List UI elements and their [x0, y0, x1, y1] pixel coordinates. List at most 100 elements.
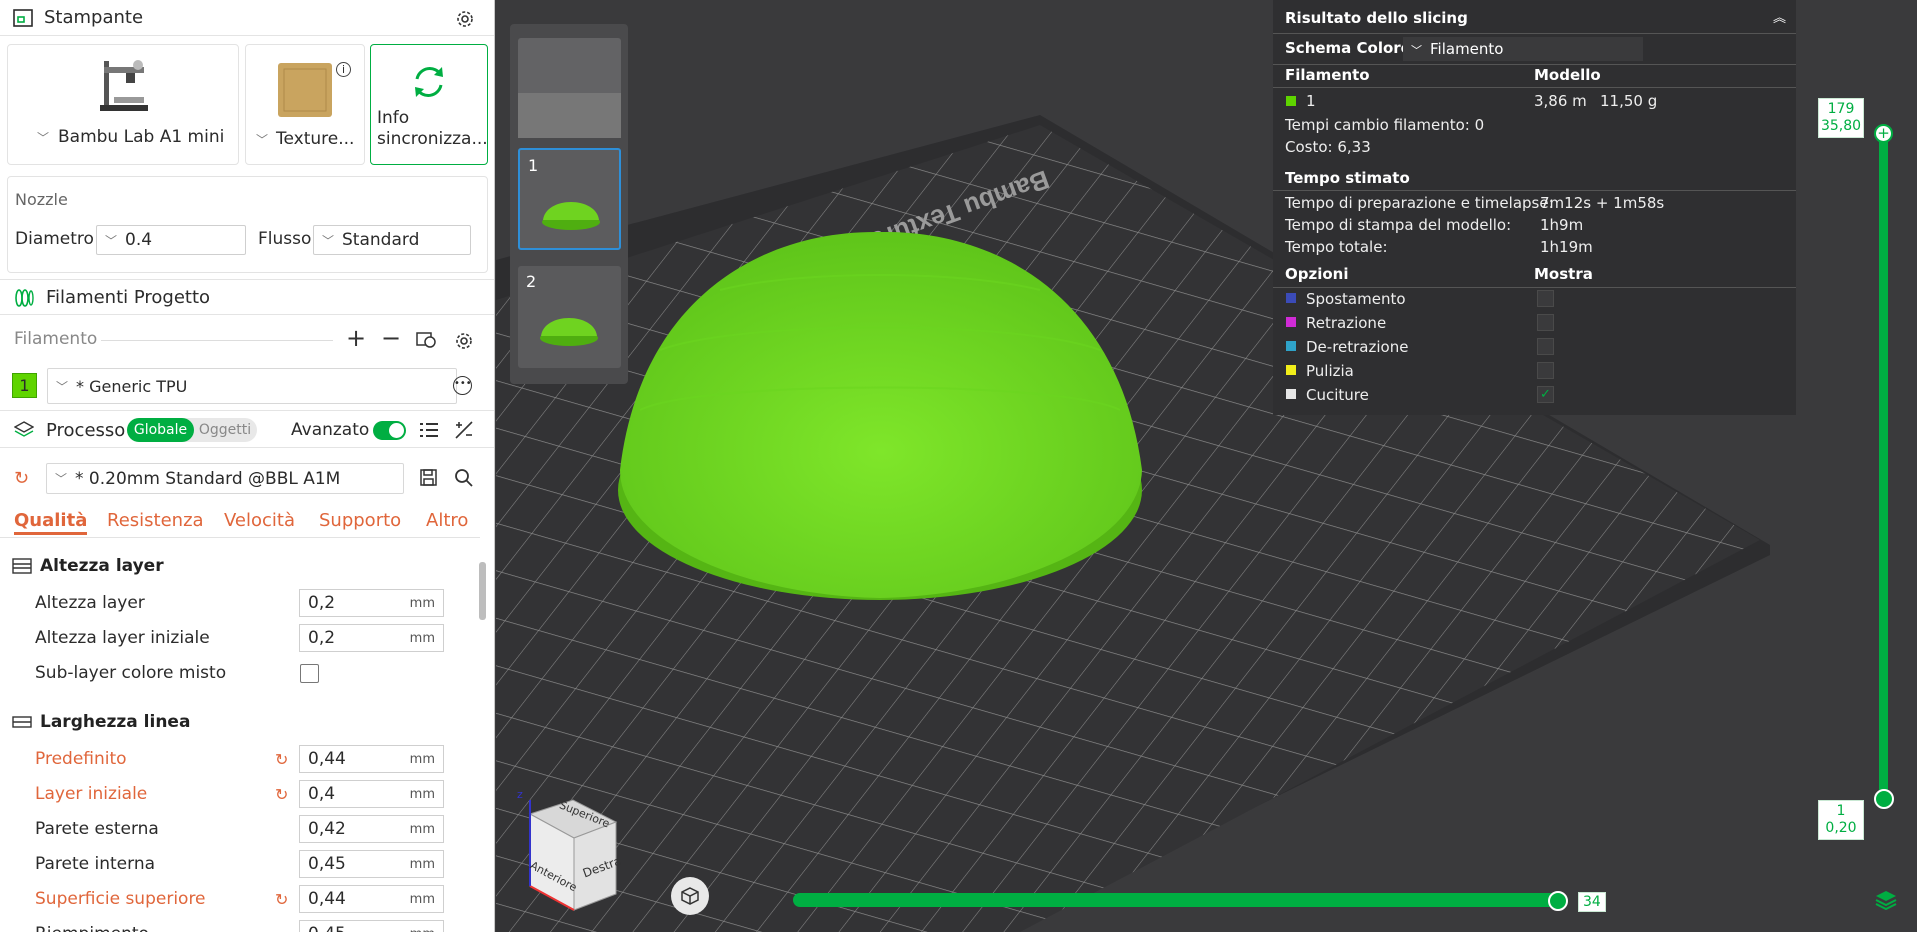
tab-strength[interactable]: Resistenza	[107, 510, 204, 531]
initial-layer-height-input[interactable]: 0,2 mm	[299, 624, 444, 652]
layers-icon	[14, 421, 34, 439]
filament-color-swatch[interactable]: 1	[12, 373, 37, 398]
compare-icon[interactable]	[455, 421, 473, 439]
deretraction-checkbox[interactable]	[1537, 338, 1554, 355]
retraction-color-swatch	[1286, 317, 1296, 327]
printer-icon	[13, 9, 33, 27]
initial-layer-line-width-input[interactable]: 0,4 mm	[299, 780, 444, 808]
info-icon[interactable]: i	[336, 62, 351, 77]
advanced-switch[interactable]	[373, 421, 406, 440]
reset-icon[interactable]: ↻	[275, 750, 288, 769]
setting-row: Altezza layer iniziale 0,2 mm	[35, 624, 445, 654]
wipe-color-swatch	[1286, 365, 1296, 375]
tab-speed[interactable]: Velocità	[224, 510, 295, 531]
plate-thumbnail-preview[interactable]	[518, 38, 621, 138]
camera-view-icon[interactable]	[671, 877, 709, 915]
option-row: Retrazione	[1273, 314, 1796, 338]
setting-row: Parete esterna 0,42 mm	[35, 815, 445, 845]
travel-checkbox[interactable]	[1537, 290, 1554, 307]
setting-label: Altezza layer	[35, 593, 145, 613]
chevron-down-icon: ﹀	[56, 379, 69, 394]
tab-quality[interactable]: Qualità	[14, 510, 88, 535]
chevron-down-icon: ﹀	[1411, 44, 1422, 57]
plate-thumbnail-1[interactable]: 1	[518, 148, 621, 250]
group-line-width-header: Larghezza linea	[12, 712, 190, 732]
nozzle-diameter-value: 0.4	[125, 230, 153, 250]
nozzle-flow-select[interactable]: ﹀ Standard	[313, 225, 471, 255]
tab-support[interactable]: Supporto	[319, 510, 401, 531]
color-scheme-select[interactable]: ﹀ Filamento	[1403, 37, 1643, 61]
global-objects-toggle[interactable]: Globale Oggetti	[127, 418, 257, 442]
filament-name: * Generic TPU	[76, 376, 188, 396]
horizontal-move-slider[interactable]	[793, 893, 1563, 907]
top-slider-thumb[interactable]: +	[1874, 124, 1893, 143]
filament-spool-icon	[14, 289, 34, 307]
top-surface-line-width-input[interactable]: 0,44 mm	[299, 885, 444, 913]
tab-other[interactable]: Altro	[426, 510, 468, 531]
sidebar-scrollbar[interactable]	[479, 562, 486, 620]
settings-gear-icon[interactable]	[455, 9, 475, 29]
flow-label: Flusso	[258, 229, 312, 249]
diameter-label: Diametro	[15, 229, 94, 249]
add-filament-icon[interactable]: +	[346, 324, 366, 352]
process-tabs: Qualità Resistenza Velocità Supporto Alt…	[0, 504, 480, 538]
sync-info-button[interactable]: Info sincronizza...	[370, 44, 488, 165]
filament-settings-gear-icon[interactable]	[454, 331, 474, 351]
total-time-value: 1h19m	[1540, 238, 1593, 256]
retraction-checkbox[interactable]	[1537, 314, 1554, 331]
travel-color-swatch	[1286, 293, 1296, 303]
nozzle-diameter-select[interactable]: ﹀ 0.4	[96, 225, 246, 255]
chevron-down-icon: ﹀	[55, 472, 68, 486]
filament-select[interactable]: ﹀ * Generic TPU	[47, 368, 457, 404]
option-row: Cuciture ✓	[1273, 386, 1796, 410]
setting-row: Altezza layer 0,2 mm	[35, 589, 445, 619]
seams-checkbox-checked[interactable]: ✓	[1537, 386, 1554, 403]
bottom-slider-thumb[interactable]	[1874, 789, 1894, 809]
remove-filament-icon[interactable]: −	[381, 324, 401, 352]
horizontal-slider-thumb[interactable]	[1548, 891, 1568, 911]
printer-select-card[interactable]: ﹀ Bambu Lab A1 mini	[7, 44, 239, 165]
outer-wall-line-width-input[interactable]: 0,42 mm	[299, 815, 444, 843]
group-layer-height-header: Altezza layer	[12, 556, 164, 576]
collapse-panel-icon[interactable]: ︽	[1773, 7, 1786, 26]
filament-row: 1 ﹀ * Generic TPU •••	[12, 368, 492, 404]
wipe-checkbox[interactable]	[1537, 362, 1554, 379]
nozzle-card: Nozzle Diametro ﹀ 0.4 Flusso ﹀ Standard	[7, 176, 488, 273]
vertical-layer-slider[interactable]	[1879, 130, 1888, 803]
default-line-width-input[interactable]: 0,44 mm	[299, 745, 444, 773]
mixed-color-sublayer-checkbox[interactable]	[300, 664, 319, 683]
total-time-label: Tempo totale:	[1285, 238, 1388, 256]
infill-line-width-input[interactable]: 0,45 mm	[299, 920, 444, 932]
top-layer-number: 179	[1827, 101, 1855, 117]
group-line-width-title: Larghezza linea	[40, 712, 191, 732]
reset-icon[interactable]: ↻	[275, 890, 288, 909]
toggle-global[interactable]: Globale	[127, 418, 194, 442]
inner-wall-line-width-input[interactable]: 0,45 mm	[299, 850, 444, 878]
chevron-down-icon: ﹀	[37, 131, 50, 145]
layers-toggle-icon[interactable]	[1875, 890, 1897, 910]
option-row: Spostamento	[1273, 290, 1796, 314]
filament-more-icon[interactable]: •••	[453, 376, 472, 395]
plate-thumbnail-2[interactable]: 2	[518, 266, 621, 368]
process-preset-select[interactable]: ﹀ * 0.20mm Standard @BBL A1M	[46, 463, 404, 494]
search-icon[interactable]	[454, 468, 473, 487]
save-preset-icon[interactable]	[420, 469, 437, 486]
view-cube[interactable]: z Superiore Anteriore Destra	[508, 788, 638, 925]
column-filament: Filamento	[1285, 66, 1370, 84]
layer-height-input[interactable]: 0,2 mm	[299, 589, 444, 617]
setting-label: Superficie superiore	[35, 889, 206, 909]
reset-icon[interactable]: ↻	[275, 785, 288, 804]
list-view-icon[interactable]	[420, 422, 438, 438]
reset-icon[interactable]: ↻	[14, 468, 29, 489]
sync-label-line2: sincronizza...	[377, 129, 488, 149]
filament-changes: Tempi cambio filamento: 0	[1285, 116, 1485, 134]
filament-sub-label: Filamento	[14, 329, 98, 349]
setting-value: 0,44	[308, 889, 346, 909]
filament-sync-icon[interactable]	[416, 330, 436, 348]
printer-section-title: Stampante	[44, 7, 144, 28]
filaments-section-title: Filamenti Progetto	[46, 287, 211, 308]
plate-type-card[interactable]: i ﹀ Texture...	[245, 44, 365, 165]
toggle-objects[interactable]: Oggetti	[195, 418, 255, 442]
option-label: Pulizia	[1306, 362, 1354, 380]
seams-color-swatch	[1286, 389, 1296, 399]
